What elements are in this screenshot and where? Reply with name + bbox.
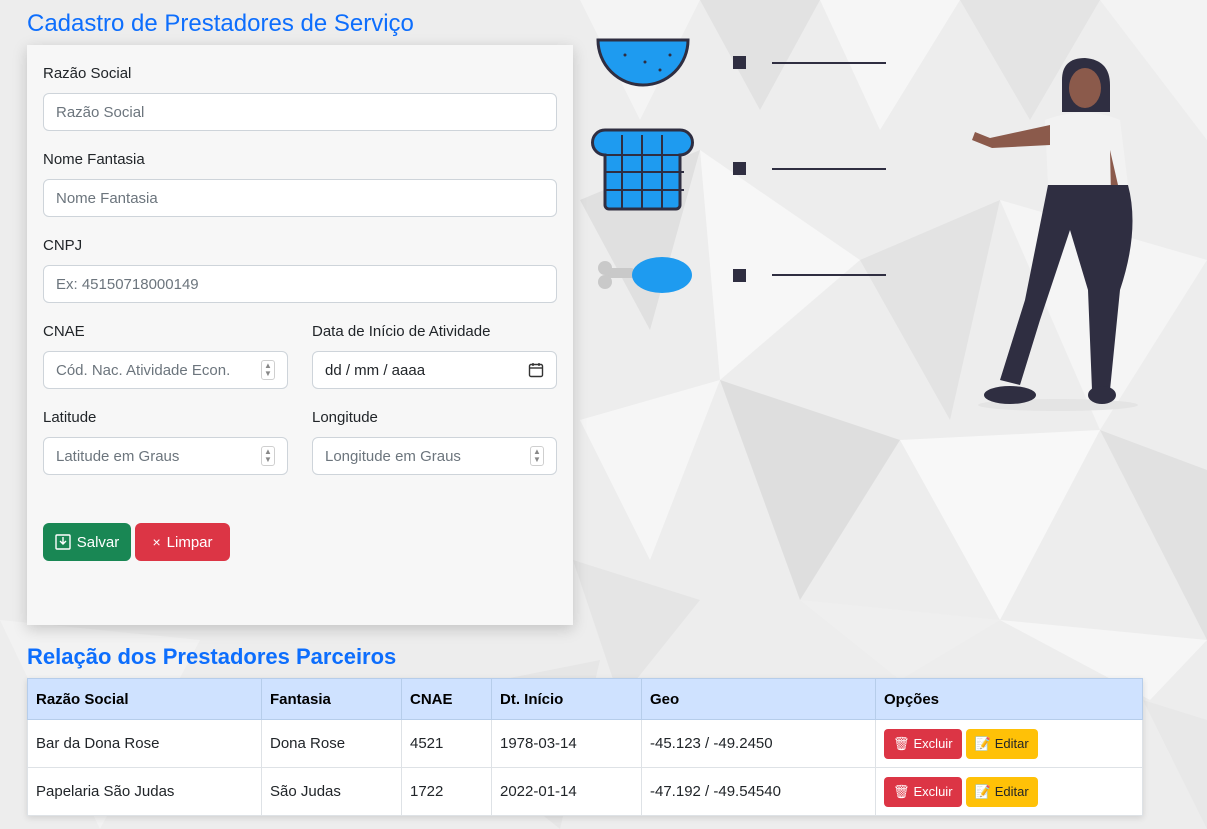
list-title: Relação dos Prestadores Parceiros — [27, 644, 397, 669]
cnpj-input[interactable]: Ex: 45150718000149 — [43, 265, 557, 303]
cnae-placeholder: Cód. Nac. Atividade Econ. — [56, 361, 231, 379]
col-fantasia[interactable]: Fantasia — [261, 678, 402, 720]
razao-social-placeholder: Razão Social — [56, 103, 145, 121]
table-row: Papelaria São Judas São Judas 1722 2022-… — [27, 767, 1143, 816]
nome-fantasia-placeholder: Nome Fantasia — [56, 189, 158, 207]
spinner-arrows-icon[interactable]: ▲ ▼ — [530, 446, 544, 466]
col-opcoes: Opções — [875, 678, 1143, 720]
illustration — [591, 38, 1138, 411]
save-button-label: Salvar — [76, 533, 120, 551]
provider-form: Razão Social Razão Social Nome Fantasia … — [27, 45, 573, 625]
cell-cnae: 4521 — [401, 719, 492, 768]
save-button[interactable]: Salvar — [43, 523, 131, 561]
nome-fantasia-label: Nome Fantasia — [43, 151, 145, 168]
delete-button[interactable]: 🗑 Excluir — [884, 728, 962, 759]
nome-fantasia-input[interactable]: Nome Fantasia — [43, 179, 557, 217]
delete-button-label: Excluir — [913, 736, 953, 751]
cnae-label: CNAE — [43, 323, 85, 340]
trash-icon: 🗑 — [893, 783, 910, 799]
edit-icon: 📝 — [974, 783, 991, 799]
bread-icon — [591, 128, 694, 211]
clear-button-label: Limpar — [166, 533, 213, 551]
edit-icon: 📝 — [974, 735, 991, 751]
col-dt-inicio[interactable]: Dt. Início — [491, 678, 642, 720]
page-title: Cadastro de Prestadores de Serviço — [27, 10, 414, 37]
latitude-placeholder: Latitude em Graus — [56, 447, 180, 465]
cell-razao: Papelaria São Judas — [27, 767, 262, 816]
delete-button[interactable]: 🗑 Excluir — [884, 776, 962, 807]
spinner-arrows-icon[interactable]: ▲ ▼ — [261, 360, 275, 380]
cell-fantasia: Dona Rose — [261, 719, 402, 768]
longitude-input[interactable]: Longitude em Graus ▲ ▼ — [312, 437, 557, 475]
cell-inicio: 1978-03-14 — [491, 719, 642, 768]
cell-cnae: 1722 — [401, 767, 492, 816]
col-geo[interactable]: Geo — [641, 678, 876, 720]
edit-button[interactable]: 📝 Editar — [965, 728, 1038, 759]
razao-social-label: Razão Social — [43, 65, 132, 82]
calendar-icon[interactable] — [528, 362, 544, 378]
latitude-input[interactable]: Latitude em Graus ▲ ▼ — [43, 437, 288, 475]
cell-options: 🗑 Excluir 📝 Editar — [875, 767, 1143, 816]
delete-button-label: Excluir — [913, 784, 953, 799]
edit-button-label: Editar — [994, 784, 1029, 799]
close-icon: × — [152, 534, 161, 550]
edit-button[interactable]: 📝 Editar — [965, 776, 1038, 807]
cell-razao: Bar da Dona Rose — [27, 719, 262, 768]
longitude-placeholder: Longitude em Graus — [325, 447, 461, 465]
cell-inicio: 2022-01-14 — [491, 767, 642, 816]
bowl-icon — [596, 38, 690, 87]
col-cnae[interactable]: CNAE — [401, 678, 492, 720]
latitude-label: Latitude — [43, 409, 97, 426]
razao-social-input[interactable]: Razão Social — [43, 93, 557, 131]
trash-icon: 🗑 — [893, 735, 910, 751]
drumstick-icon — [598, 257, 692, 293]
data-inicio-input[interactable]: dd / mm / aaaa — [312, 351, 557, 389]
col-razao-social[interactable]: Razão Social — [27, 678, 262, 720]
table-header-row: Razão Social Fantasia CNAE Dt. Início Ge… — [27, 678, 1143, 720]
table-row: Bar da Dona Rose Dona Rose 4521 1978-03-… — [27, 719, 1143, 768]
data-inicio-label: Data de Início de Atividade — [312, 323, 491, 340]
cell-geo: -45.123 / -49.2450 — [641, 719, 876, 768]
clear-button[interactable]: × Limpar — [135, 523, 230, 561]
cell-geo: -47.192 / -49.54540 — [641, 767, 876, 816]
cnpj-placeholder: Ex: 45150718000149 — [56, 275, 199, 293]
edit-button-label: Editar — [994, 736, 1029, 751]
cell-options: 🗑 Excluir 📝 Editar — [875, 719, 1143, 768]
providers-table: Razão Social Fantasia CNAE Dt. Início Ge… — [27, 678, 1143, 816]
spinner-arrows-icon[interactable]: ▲ ▼ — [261, 446, 275, 466]
cnae-input[interactable]: Cód. Nac. Atividade Econ. ▲ ▼ — [43, 351, 288, 389]
save-icon — [55, 534, 71, 550]
longitude-label: Longitude — [312, 409, 378, 426]
cnpj-label: CNPJ — [43, 237, 83, 254]
data-inicio-value: dd / mm / aaaa — [325, 361, 426, 379]
woman-figure — [972, 58, 1138, 411]
cell-fantasia: São Judas — [261, 767, 402, 816]
